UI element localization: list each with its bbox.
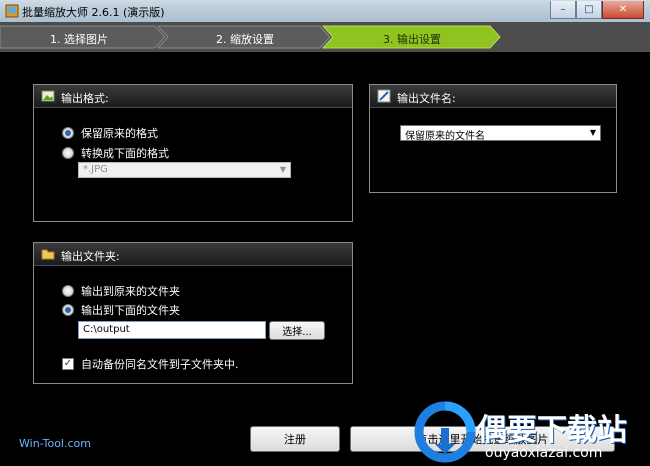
chevron-down-icon: ▼ bbox=[589, 128, 596, 137]
convert-format-radio[interactable] bbox=[62, 147, 74, 159]
wizard-steps: 1. 选择图片 2. 缩放设置 3. 输出设置 bbox=[0, 22, 650, 52]
chevron-down-icon: ▼ bbox=[279, 165, 286, 174]
watermark-title: 偶要下载站 bbox=[477, 413, 627, 448]
original-folder-radio[interactable] bbox=[62, 285, 74, 297]
convert-format-label: 转换成下面的格式 bbox=[81, 147, 169, 160]
filename-select-value: 保留原来的文件名 bbox=[405, 131, 485, 142]
output-folder-panel: 输出文件夹: 输出到原来的文件夹 输出到下面的文件夹 C:\output 选择.… bbox=[33, 242, 353, 384]
format-select[interactable]: *.JPG ▼ bbox=[78, 162, 291, 178]
output-filename-panel: 输出文件名: 保留原来的文件名 ▼ bbox=[369, 84, 617, 193]
title-bar: 批量缩放大师 2.6.1 (演示版) – □ ✕ bbox=[0, 0, 650, 22]
keep-format-option[interactable]: 保留原来的格式 bbox=[62, 125, 158, 141]
output-format-header: 输出格式: bbox=[34, 85, 352, 108]
edit-file-icon bbox=[377, 89, 391, 103]
keep-format-label: 保留原来的格式 bbox=[81, 127, 158, 140]
custom-folder-label: 输出到下面的文件夹 bbox=[81, 304, 180, 317]
output-folder-title: 输出文件夹: bbox=[61, 250, 120, 263]
register-button[interactable]: 注册 bbox=[250, 426, 340, 452]
original-folder-option[interactable]: 输出到原来的文件夹 bbox=[62, 283, 180, 299]
close-button[interactable]: ✕ bbox=[602, 1, 644, 19]
custom-folder-option[interactable]: 输出到下面的文件夹 bbox=[62, 302, 180, 318]
output-path-input[interactable]: C:\output bbox=[78, 321, 266, 339]
app-icon bbox=[5, 4, 19, 18]
backup-checkbox[interactable]: ✓ bbox=[62, 358, 74, 370]
watermark-url: ouyaoxiazai.com bbox=[485, 445, 603, 461]
custom-folder-radio[interactable] bbox=[62, 304, 74, 316]
window-title: 批量缩放大师 2.6.1 (演示版) bbox=[22, 6, 165, 19]
keep-format-radio[interactable] bbox=[62, 127, 74, 139]
step-output-settings[interactable]: 3. 输出设置 bbox=[383, 31, 441, 47]
step-resize-settings[interactable]: 2. 缩放设置 bbox=[216, 31, 274, 47]
backup-label: 自动备份同名文件到子文件夹中. bbox=[81, 358, 239, 371]
watermark: 偶要下载站 ouyaoxiazai.com bbox=[405, 393, 650, 466]
convert-format-option[interactable]: 转换成下面的格式 bbox=[62, 145, 169, 161]
output-format-title: 输出格式: bbox=[61, 92, 109, 105]
watermark-logo-icon bbox=[414, 401, 476, 463]
step-select-images[interactable]: 1. 选择图片 bbox=[50, 31, 108, 47]
image-icon bbox=[41, 90, 55, 102]
backup-option[interactable]: ✓ 自动备份同名文件到子文件夹中. bbox=[62, 356, 239, 372]
maximize-button[interactable]: □ bbox=[576, 1, 602, 19]
output-folder-header: 输出文件夹: bbox=[34, 243, 352, 266]
output-format-panel: 输出格式: 保留原来的格式 转换成下面的格式 *.JPG ▼ bbox=[33, 84, 353, 222]
format-select-value: *.JPG bbox=[83, 164, 108, 175]
brand-link[interactable]: Win-Tool.com bbox=[19, 437, 91, 450]
folder-icon bbox=[41, 249, 55, 260]
original-folder-label: 输出到原来的文件夹 bbox=[81, 285, 180, 298]
filename-select[interactable]: 保留原来的文件名 ▼ bbox=[400, 125, 601, 142]
browse-button[interactable]: 选择... bbox=[269, 321, 325, 340]
output-filename-header: 输出文件名: bbox=[370, 85, 616, 108]
minimize-button[interactable]: – bbox=[550, 1, 576, 19]
output-filename-title: 输出文件名: bbox=[397, 92, 456, 105]
